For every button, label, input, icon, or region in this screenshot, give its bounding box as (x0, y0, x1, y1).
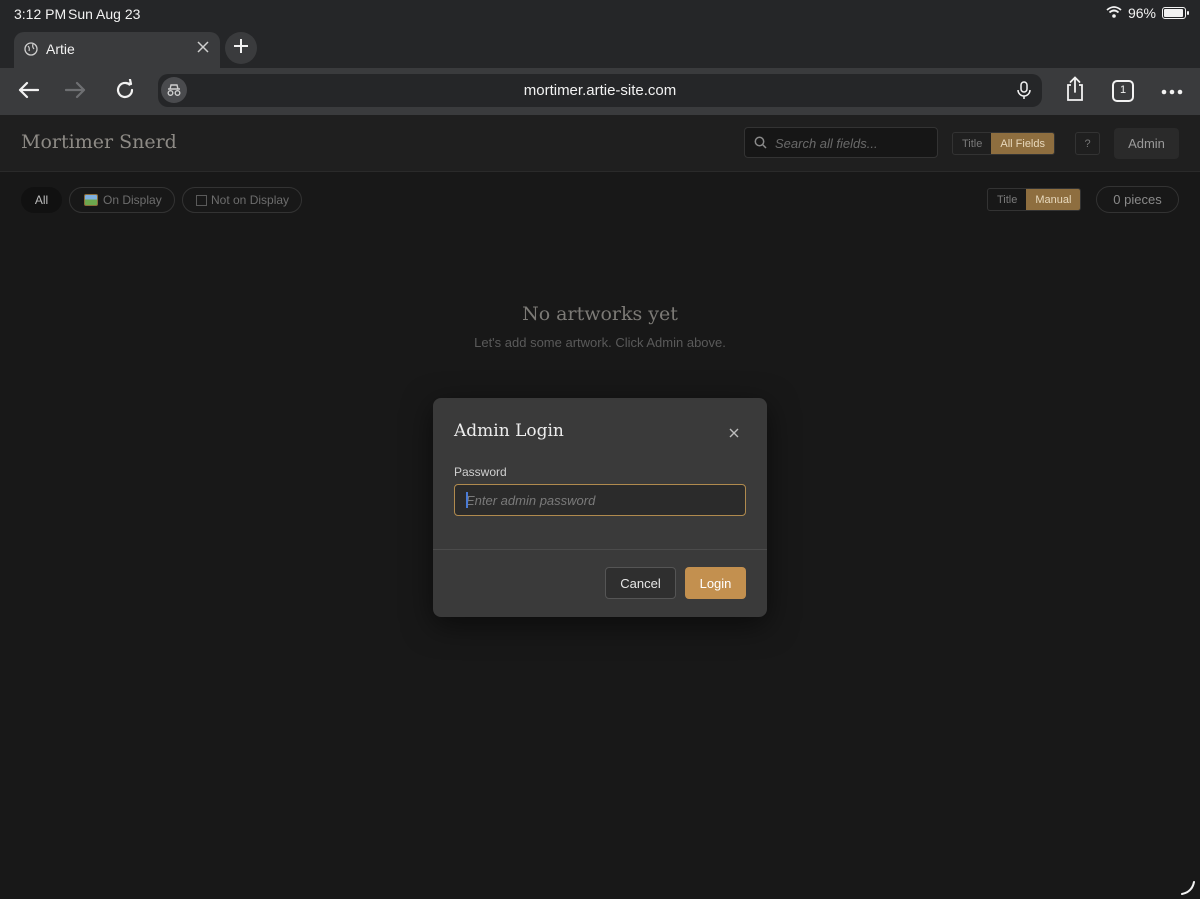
tabs-button[interactable]: 1 (1111, 79, 1135, 103)
search-placeholder: Search all fields... (775, 136, 878, 151)
sort-title-option[interactable]: Title (988, 189, 1026, 210)
globe-icon (24, 42, 38, 56)
share-icon (1064, 75, 1086, 107)
forward-arrow-icon (64, 81, 87, 104)
filter-all[interactable]: All (21, 187, 62, 213)
wifi-icon (1106, 5, 1122, 21)
more-button[interactable] (1158, 81, 1186, 101)
status-bar: 3:12 PM Sun Aug 23 96% (0, 0, 1200, 28)
modal-title: Admin Login (454, 421, 564, 441)
scope-all-fields-option[interactable]: All Fields (991, 133, 1054, 154)
status-time: 3:12 PM (14, 6, 67, 22)
checkbox-icon (196, 194, 207, 206)
password-label: Password (454, 465, 507, 479)
scope-title-option[interactable]: Title (953, 133, 991, 154)
cancel-button[interactable]: Cancel (605, 567, 676, 599)
tab-title: Artie (46, 41, 75, 57)
pieces-count: 0 pieces (1096, 186, 1179, 213)
app-header: Mortimer Snerd Search all fields... Titl… (0, 115, 1200, 172)
modal-divider (433, 549, 767, 550)
resize-handle-icon (1180, 880, 1196, 896)
site-title: Mortimer Snerd (21, 131, 177, 153)
picture-icon (84, 194, 98, 206)
status-right: 96% (1106, 5, 1189, 21)
url-text: mortimer.artie-site.com (523, 82, 677, 99)
close-icon[interactable] (727, 426, 741, 440)
empty-state-title: No artworks yet (522, 303, 678, 325)
sort-toggle: Title Manual (987, 188, 1082, 211)
admin-button[interactable]: Admin (1114, 128, 1179, 159)
reload-button[interactable] (111, 77, 139, 106)
search-field[interactable]: Search all fields... (744, 127, 938, 158)
tab-strip: Artie (0, 28, 1200, 68)
share-button[interactable] (1062, 75, 1088, 107)
filter-not-on-display[interactable]: Not on Display (182, 187, 302, 213)
battery-level (1164, 9, 1184, 17)
search-icon (754, 136, 767, 149)
search-scope-toggle: Title All Fields (952, 132, 1055, 155)
filter-on-display[interactable]: On Display (69, 187, 175, 213)
password-input[interactable] (454, 484, 746, 516)
more-icon (1161, 82, 1183, 100)
browser-toolbar: mortimer.artie-site.com 1 (0, 68, 1200, 115)
plus-icon (233, 38, 249, 59)
forward-button[interactable] (62, 79, 90, 105)
login-button[interactable]: Login (685, 567, 746, 599)
battery-percent: 96% (1127, 5, 1156, 21)
tab-count: 1 (1119, 84, 1127, 96)
back-button[interactable] (14, 79, 42, 105)
new-tab-button[interactable] (225, 32, 257, 64)
battery-icon (1162, 7, 1189, 19)
admin-login-modal: Admin Login Password Cancel Login (433, 398, 767, 617)
status-date: Sun Aug 23 (68, 6, 141, 22)
empty-state-subtitle: Let's add some artwork. Click Admin abov… (474, 335, 726, 350)
close-icon[interactable] (196, 40, 210, 54)
microphone-icon[interactable] (1014, 80, 1034, 100)
sort-manual-option[interactable]: Manual (1026, 189, 1081, 210)
back-arrow-icon (17, 81, 40, 104)
help-button[interactable]: ? (1075, 132, 1100, 155)
browser-tab[interactable]: Artie (14, 32, 220, 68)
filter-on-display-label: On Display (103, 193, 162, 207)
reload-icon (114, 77, 136, 106)
address-bar[interactable]: mortimer.artie-site.com (158, 74, 1042, 107)
text-caret (466, 492, 468, 508)
filter-not-on-display-label: Not on Display (211, 193, 290, 207)
